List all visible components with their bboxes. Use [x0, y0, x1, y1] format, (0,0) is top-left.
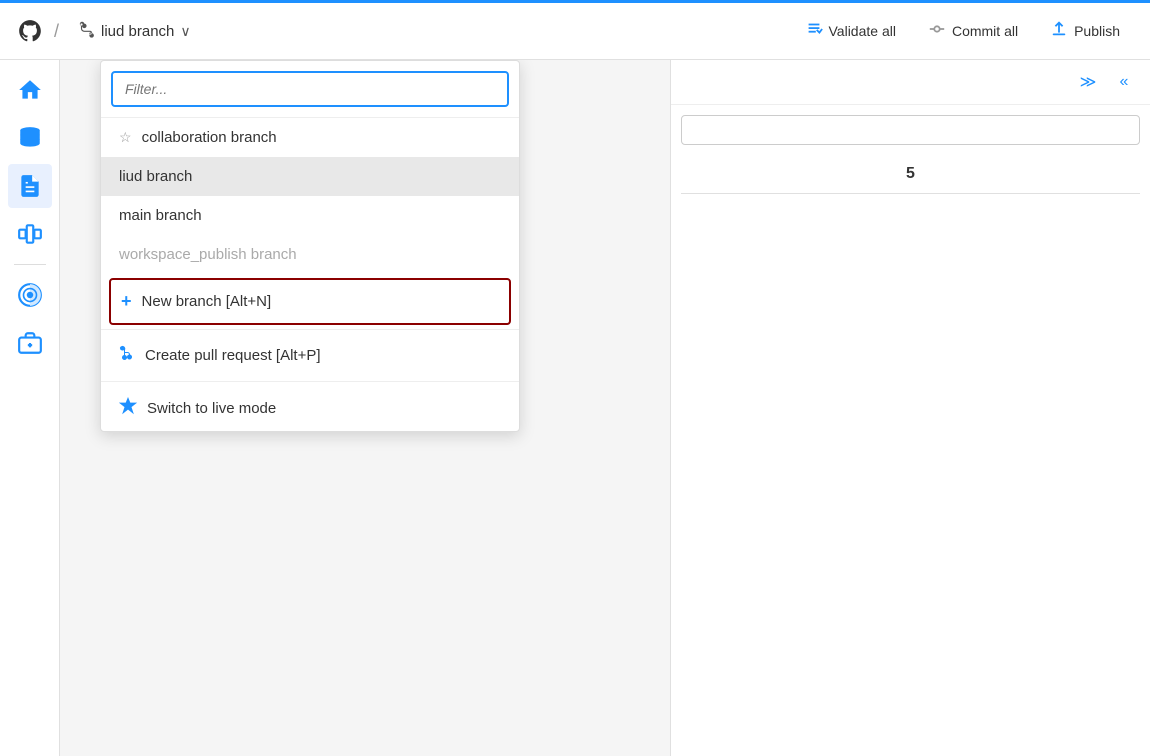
github-icon — [16, 17, 44, 45]
validate-all-button[interactable]: Validate all — [791, 14, 910, 49]
live-mode-icon — [119, 397, 137, 420]
branch-selector-label: liud branch — [101, 23, 174, 40]
commit-all-button[interactable]: Commit all — [914, 14, 1032, 49]
liud-branch-label: liud branch — [119, 168, 192, 185]
branch-dropdown: ☆ collaboration branch liud branch main … — [100, 60, 520, 432]
dropdown-item-switch-live[interactable]: Switch to live mode — [101, 386, 519, 431]
right-panel-count: 5 — [671, 155, 1150, 193]
publish-label: Publish — [1074, 23, 1120, 39]
sidebar-item-pipeline[interactable] — [8, 212, 52, 256]
dropdown-filter-section — [101, 61, 519, 118]
branch-selector-icon — [77, 20, 95, 43]
dropdown-item-main[interactable]: main branch — [101, 196, 519, 235]
dropdown-item-new-branch[interactable]: + New branch [Alt+N] — [109, 278, 511, 325]
chevron-down-icon: ∨ — [180, 23, 190, 40]
main-layout: ☆ collaboration branch liud branch main … — [0, 60, 1150, 756]
commit-all-icon — [928, 20, 946, 43]
dropdown-item-workspace-publish: workspace_publish branch — [101, 235, 519, 274]
dropdown-divider-2 — [101, 381, 519, 382]
plus-icon: + — [121, 291, 132, 312]
publish-icon — [1050, 20, 1068, 43]
top-bar: / liud branch ∨ Validate all — [0, 0, 1150, 60]
path-separator: / — [54, 21, 59, 42]
commit-all-label: Commit all — [952, 23, 1018, 39]
dropdown-item-pull-request[interactable]: Create pull request [Alt+P] — [101, 334, 519, 377]
content-area: ☆ collaboration branch liud branch main … — [60, 60, 1150, 756]
filter-input[interactable] — [111, 71, 509, 107]
switch-live-label: Switch to live mode — [147, 400, 276, 417]
validate-all-icon — [805, 20, 823, 43]
dropdown-divider-1 — [101, 329, 519, 330]
right-panel-search-input[interactable] — [681, 115, 1140, 145]
right-panel-search — [681, 115, 1140, 145]
validate-all-label: Validate all — [829, 23, 896, 39]
dropdown-item-collaboration[interactable]: ☆ collaboration branch — [101, 118, 519, 157]
star-icon: ☆ — [119, 129, 132, 146]
pull-request-icon — [119, 345, 135, 366]
sidebar — [0, 60, 60, 756]
publish-button[interactable]: Publish — [1036, 14, 1134, 49]
sidebar-divider-1 — [14, 264, 46, 265]
right-panel: ≫ « 5 — [670, 60, 1150, 756]
pull-request-label: Create pull request [Alt+P] — [145, 347, 321, 364]
branch-selector[interactable]: liud branch ∨ — [69, 16, 199, 47]
main-branch-label: main branch — [119, 207, 202, 224]
sidebar-item-database[interactable] — [8, 116, 52, 160]
new-branch-label: New branch [Alt+N] — [142, 293, 272, 310]
collapse-icon[interactable]: « — [1110, 68, 1138, 96]
sidebar-item-document[interactable] — [8, 164, 52, 208]
dropdown-item-liud[interactable]: liud branch — [101, 157, 519, 196]
collaboration-branch-label: collaboration branch — [142, 129, 277, 146]
sidebar-item-home[interactable] — [8, 68, 52, 112]
workspace-publish-branch-label: workspace_publish branch — [119, 246, 297, 263]
expand-icon[interactable]: ≫ — [1074, 68, 1102, 96]
toolbar-buttons: Validate all Commit all Publish — [791, 14, 1135, 49]
sidebar-item-monitor[interactable] — [8, 273, 52, 317]
sidebar-item-toolbox[interactable] — [8, 321, 52, 365]
right-panel-toolbar: ≫ « — [671, 60, 1150, 105]
right-panel-divider — [681, 193, 1140, 194]
